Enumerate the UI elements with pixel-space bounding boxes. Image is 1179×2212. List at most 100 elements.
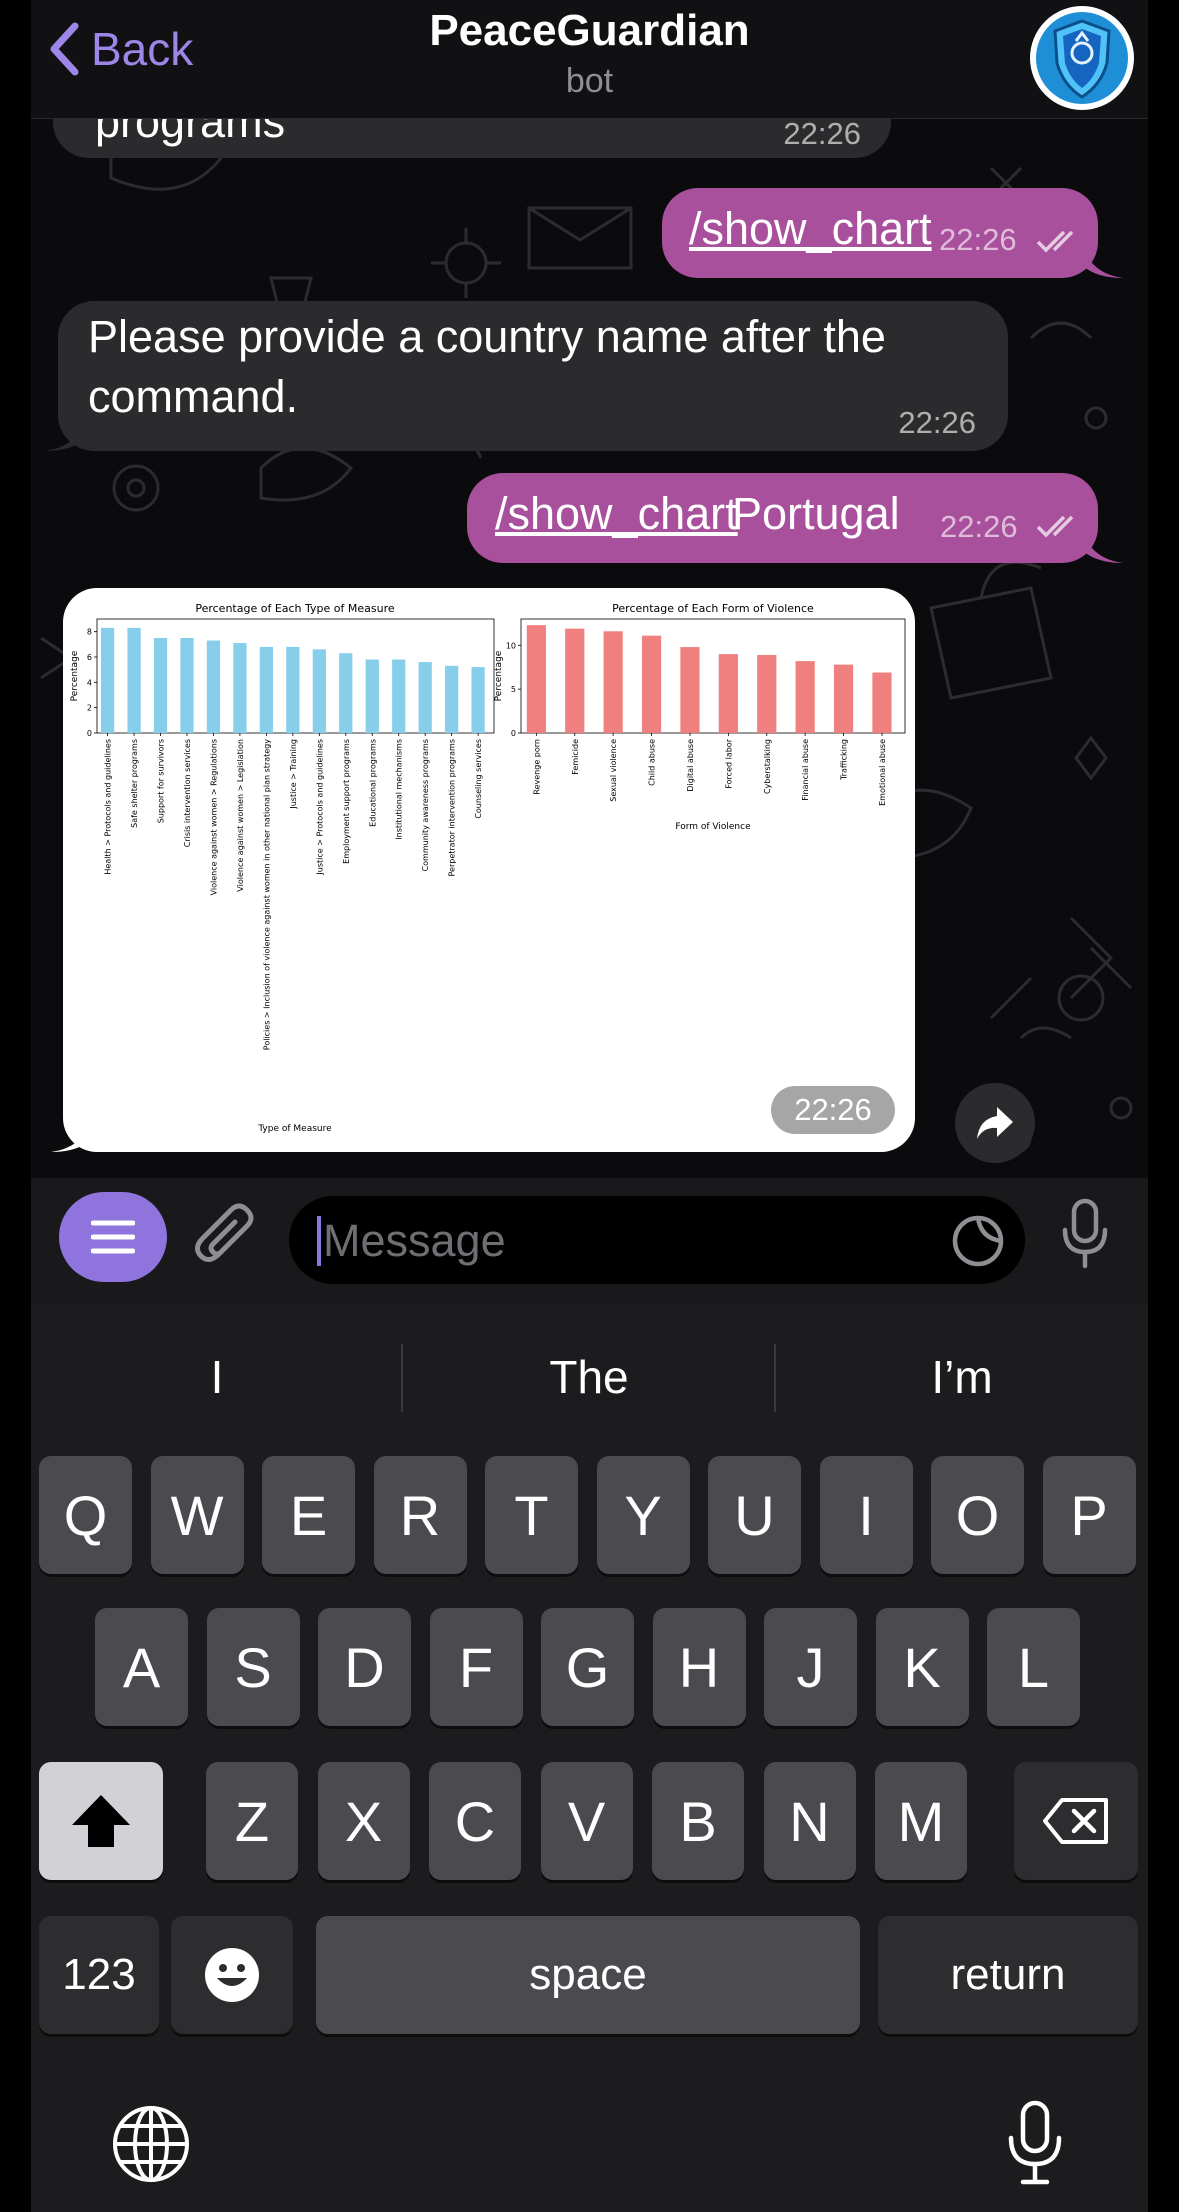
chart-title: Percentage of Each Type of Measure: [195, 602, 395, 615]
chart-bar: [392, 659, 406, 733]
microphone-icon: [1062, 1198, 1108, 1269]
key-z[interactable]: Z: [206, 1762, 298, 1880]
numbers-key[interactable]: 123: [39, 1916, 159, 2034]
share-arrow-icon: [977, 1107, 1013, 1139]
space-key[interactable]: space: [316, 1916, 860, 2034]
bot-avatar[interactable]: [1030, 6, 1134, 110]
key-q[interactable]: Q: [39, 1456, 132, 1574]
chart-bar: [641, 635, 662, 733]
bubble-tail: [1083, 248, 1123, 278]
message-text-line2: command.: [88, 371, 299, 422]
dictation-key[interactable]: [1007, 2100, 1063, 2191]
key-u[interactable]: U: [708, 1456, 801, 1574]
key-t[interactable]: T: [485, 1456, 578, 1574]
sticker-icon: [952, 1215, 1004, 1267]
key-w[interactable]: W: [150, 1456, 244, 1574]
key-c[interactable]: C: [429, 1762, 521, 1880]
x-tick-label: Justice > Training: [289, 739, 298, 810]
chat-title[interactable]: PeaceGuardian: [31, 6, 1148, 56]
key-e[interactable]: E: [262, 1456, 355, 1574]
message-time: 22:26: [940, 509, 1018, 544]
y-axis-label: Percentage: [494, 650, 504, 701]
key-r[interactable]: R: [373, 1456, 467, 1574]
x-tick-label: Policies > Inclusion of violence against…: [262, 739, 271, 1050]
bubble-tail: [45, 421, 85, 451]
x-tick-label: Crisis intervention services: [183, 739, 192, 847]
suggestion-2[interactable]: The: [403, 1304, 775, 1450]
key-o[interactable]: O: [931, 1456, 1024, 1574]
chart-bar: [153, 638, 168, 733]
x-tick-label: Forced labor: [724, 738, 733, 788]
x-tick-label: Institutional mechanisms: [395, 739, 404, 840]
outgoing-message[interactable]: /show_chart Portugal 22:26: [467, 473, 1098, 563]
key-b[interactable]: B: [652, 1762, 744, 1880]
key-a[interactable]: A: [95, 1608, 188, 1726]
key-s[interactable]: S: [206, 1608, 300, 1726]
command-link[interactable]: /show_chart: [689, 203, 932, 255]
emoji-smile-icon: [205, 1948, 259, 2002]
globe-icon: [113, 2106, 189, 2182]
key-j[interactable]: J: [764, 1608, 857, 1726]
key-y[interactable]: Y: [596, 1456, 690, 1574]
message-composer: [31, 1178, 1148, 1304]
x-tick-label: Perpetrator intervention programs: [448, 739, 457, 877]
incoming-message[interactable]: Please provide a country name after the …: [58, 301, 1008, 451]
key-i[interactable]: I: [819, 1456, 913, 1574]
message-list[interactable]: programs 22:26 /show_chart 22:26 Please …: [31, 118, 1148, 1178]
x-tick-label: Child abuse: [648, 739, 657, 786]
chart-bar: [418, 662, 432, 733]
key-k[interactable]: K: [875, 1608, 969, 1726]
emoji-key[interactable]: [171, 1916, 293, 2034]
outgoing-message[interactable]: /show_chart 22:26: [662, 188, 1098, 278]
key-m[interactable]: M: [875, 1762, 967, 1880]
attach-button[interactable]: [193, 1202, 259, 1277]
bubble-tail: [51, 1122, 91, 1152]
key-v[interactable]: V: [540, 1762, 633, 1880]
globe-key[interactable]: [111, 2104, 191, 2189]
y-tick-label: 8: [87, 628, 92, 637]
chart-bar: [180, 638, 194, 733]
chart-bar: [100, 627, 115, 733]
x-tick-label: Sexual violence: [609, 739, 618, 802]
backspace-icon: [1043, 1798, 1108, 1844]
suggestion-3[interactable]: I’m: [776, 1304, 1148, 1450]
chart-bar: [872, 672, 892, 733]
x-tick-label: Violence against women > Regulations: [209, 739, 218, 895]
chart-bar: [526, 625, 546, 733]
key-n[interactable]: N: [763, 1762, 856, 1880]
key-h[interactable]: H: [652, 1608, 746, 1726]
forward-button[interactable]: [955, 1083, 1035, 1163]
chart-bar: [127, 627, 141, 733]
key-f[interactable]: F: [429, 1608, 523, 1726]
sticker-button[interactable]: [951, 1214, 1005, 1273]
command-link[interactable]: /show_chart: [495, 488, 738, 540]
delete-key[interactable]: [1014, 1762, 1138, 1880]
x-tick-label: Health > Protocols and guidelines: [104, 739, 113, 875]
shield-logo-icon: [1036, 12, 1128, 104]
chart-bar: [206, 640, 221, 733]
message-field[interactable]: [289, 1196, 1025, 1286]
message-input[interactable]: [321, 1196, 925, 1286]
key-g[interactable]: G: [541, 1608, 634, 1726]
message-time: 22:26: [783, 118, 861, 151]
key-x[interactable]: X: [317, 1762, 410, 1880]
shift-key[interactable]: [39, 1762, 163, 1880]
key-l[interactable]: L: [987, 1608, 1080, 1726]
x-tick-label: Educational programs: [368, 739, 377, 827]
bot-menu-button[interactable]: [59, 1192, 167, 1282]
incoming-message[interactable]: programs 22:26: [53, 118, 891, 158]
bubble-tail: [1083, 533, 1123, 563]
x-axis-label: Form of Violence: [675, 822, 751, 832]
key-d[interactable]: D: [318, 1608, 411, 1726]
chart-bar: [680, 647, 700, 733]
return-key[interactable]: return: [878, 1916, 1138, 2034]
chart-bar: [718, 654, 738, 733]
chart-image-message[interactable]: Percentage of Each Type of Measure Health…: [63, 588, 915, 1152]
chart-title: Percentage of Each Form of Violence: [612, 602, 814, 615]
voice-message-button[interactable]: [1061, 1198, 1109, 1275]
key-p[interactable]: P: [1042, 1456, 1136, 1574]
y-tick-label: 6: [87, 653, 92, 662]
chart-bar: [603, 631, 623, 733]
suggestion-1[interactable]: I: [31, 1304, 403, 1450]
message-time: 22:26: [898, 405, 976, 440]
